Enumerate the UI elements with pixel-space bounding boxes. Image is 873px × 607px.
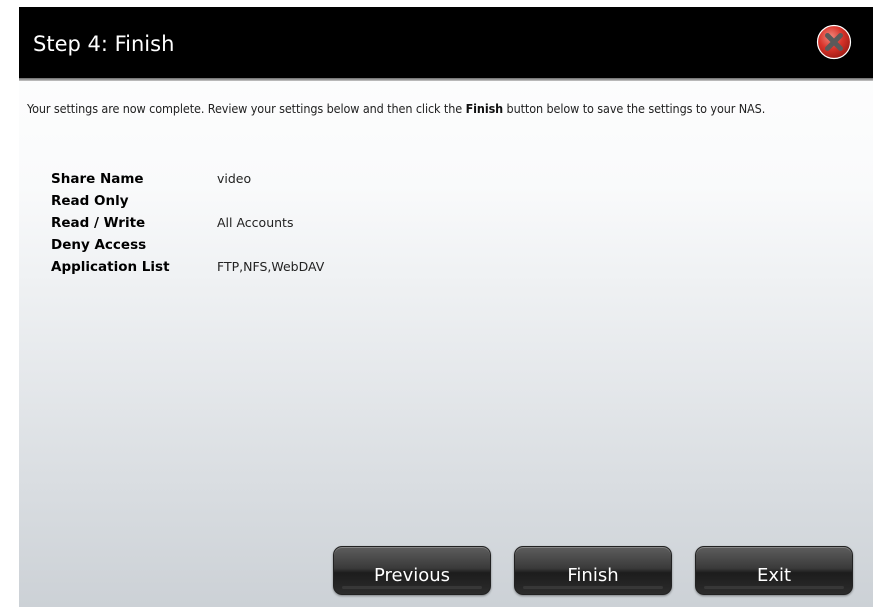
finish-button[interactable]: Finish: [514, 546, 672, 595]
summary-row-read-only: Read Only: [51, 190, 324, 212]
summary-label: Read / Write: [51, 215, 146, 231]
summary-row-share-name: Share Name video: [51, 168, 324, 190]
summary-label: Share Name: [51, 171, 144, 187]
summary-value: video: [217, 171, 252, 186]
close-button[interactable]: [816, 24, 852, 60]
summary-label: Deny Access: [51, 237, 147, 253]
summary-label: Application List: [51, 259, 170, 275]
summary-value: [217, 190, 324, 212]
intro-text-after: button below to save the settings to you…: [503, 101, 766, 116]
summary-value: [217, 234, 324, 256]
intro-text: Your settings are now complete. Review y…: [27, 99, 867, 118]
exit-button[interactable]: Exit: [695, 546, 853, 595]
intro-bold-word: Finish: [465, 101, 504, 116]
close-x-icon: [816, 24, 852, 60]
dialog-title: Step 4: Finish: [33, 32, 175, 56]
wizard-dialog: Step 4: Finish Your settings are now com…: [19, 7, 873, 607]
summary-row-deny-access: Deny Access: [51, 234, 324, 256]
previous-button[interactable]: Previous: [333, 546, 491, 595]
summary-value: All Accounts: [217, 215, 294, 230]
title-divider: [19, 78, 873, 81]
title-bar: Step 4: Finish: [19, 7, 873, 78]
summary-value: FTP,NFS,WebDAV: [217, 259, 325, 274]
summary-label: Read Only: [51, 193, 129, 209]
settings-summary-table: Share Name video Read Only Read / Write …: [51, 168, 324, 278]
summary-row-read-write: Read / Write All Accounts: [51, 212, 324, 234]
intro-text-before: Your settings are now complete. Review y…: [27, 101, 466, 116]
summary-row-application-list: Application List FTP,NFS,WebDAV: [51, 256, 324, 278]
